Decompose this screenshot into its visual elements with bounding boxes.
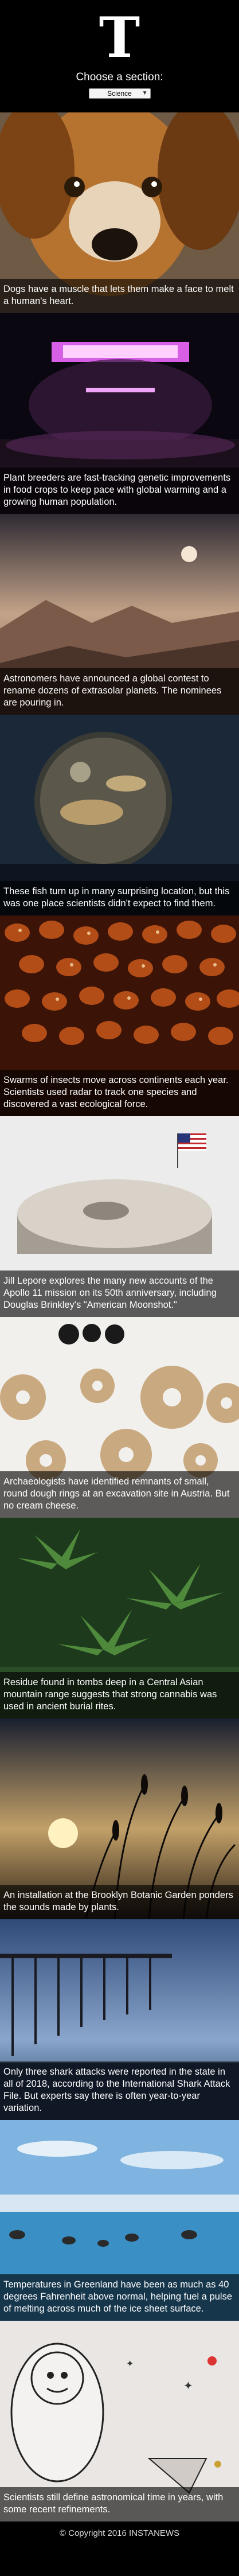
story-card-astronomical-time[interactable]: ✦ ✦ Scientists still define astronomical… [0, 2321, 239, 2522]
svg-text:✦: ✦ [126, 2358, 134, 2369]
story-caption: Scientists still define astronomical tim… [0, 2487, 239, 2522]
chevron-down-icon: ▼ [142, 90, 148, 96]
story-caption: Dogs have a muscle that lets them make a… [0, 278, 239, 313]
svg-text:✦: ✦ [183, 2379, 193, 2392]
story-caption: Astronomers have announced a global cont… [0, 668, 239, 715]
story-caption: Temperatures in Greenland have been as m… [0, 2274, 239, 2321]
story-card-fish[interactable]: These fish turn up in many surprising lo… [0, 715, 239, 915]
story-caption: Swarms of insects move across continents… [0, 1069, 239, 1116]
story-card-greenland[interactable]: Temperatures in Greenland have been as m… [0, 2120, 239, 2321]
story-caption: Plant breeders are fast-tracking genetic… [0, 467, 239, 514]
story-caption: Jill Lepore explores the many new accoun… [0, 1270, 239, 1317]
story-card-plants[interactable]: Plant breeders are fast-tracking genetic… [0, 313, 239, 514]
section-chooser-label: Choose a section: [76, 71, 163, 83]
story-caption: Archaeologists have identified remnants … [0, 1471, 239, 1518]
story-caption: Only three shark attacks were reported i… [0, 2061, 239, 2120]
story-caption: These fish turn up in many surprising lo… [0, 880, 239, 915]
story-caption: An installation at the Brooklyn Botanic … [0, 1884, 239, 1919]
story-card-botanic-garden[interactable]: An installation at the Brooklyn Botanic … [0, 1718, 239, 1919]
story-card-dog[interactable]: Dogs have a muscle that lets them make a… [0, 112, 239, 313]
section-select-value: Science [107, 89, 132, 98]
story-card-exoplanets[interactable]: Astronomers have announced a global cont… [0, 514, 239, 715]
nyt-logo[interactable]: T [97, 8, 143, 68]
story-card-insects[interactable]: Swarms of insects move across continents… [0, 915, 239, 1116]
story-card-dough-rings[interactable]: Archaeologists have identified remnants … [0, 1317, 239, 1518]
section-select[interactable]: Science ▼ [88, 88, 151, 99]
story-card-apollo[interactable]: Jill Lepore explores the many new accoun… [0, 1116, 239, 1317]
story-card-sharks[interactable]: Only three shark attacks were reported i… [0, 1919, 239, 2120]
story-card-cannabis[interactable]: Residue found in tombs deep in a Central… [0, 1518, 239, 1718]
story-caption: Residue found in tombs deep in a Central… [0, 1671, 239, 1718]
app-header: T Choose a section: Science ▼ [0, 0, 239, 112]
footer-copyright: © Copyright 2016 INSTANEWS [0, 2522, 239, 2545]
